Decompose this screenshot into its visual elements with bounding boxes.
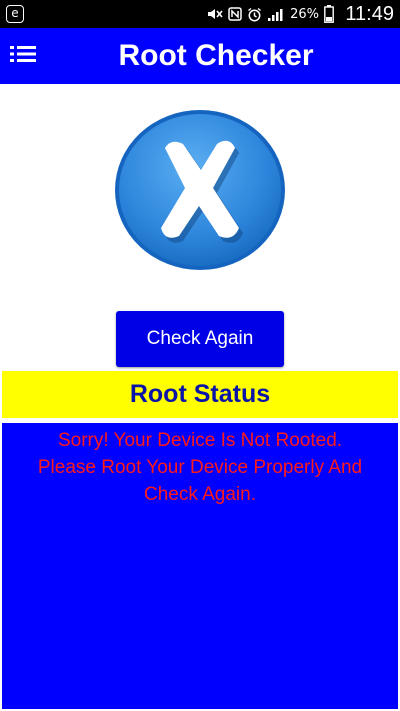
mute-icon <box>207 7 223 21</box>
root-checker-screen: e 26% 11:49 Root Checker Check Again Roo… <box>0 0 400 711</box>
app-title: Root Checker <box>118 39 314 72</box>
notification-e-icon: e <box>6 5 24 23</box>
message-line-1: Sorry! Your Device Is Not Rooted. <box>57 430 343 451</box>
clock: 11:49 <box>345 3 394 25</box>
list-menu-icon <box>10 45 36 68</box>
status-icons: 26% <box>207 4 334 24</box>
alarm-icon <box>247 7 262 22</box>
message-line-3: Check Again. <box>144 484 256 505</box>
root-status-heading: Root Status <box>2 371 398 418</box>
battery-icon <box>324 5 334 23</box>
x-mark-icon <box>115 110 285 270</box>
root-status-panel: Sorry! Your Device Is Not Rooted. Please… <box>2 423 398 709</box>
status-bar: e 26% 11:49 <box>0 0 400 28</box>
message-line-2: Please Root Your Device Properly And <box>37 457 363 478</box>
app-bar: Root Checker <box>0 28 400 84</box>
nfc-icon <box>228 7 242 21</box>
signal-icon <box>267 7 285 22</box>
status-badge <box>113 108 287 272</box>
battery-percent: 26% <box>290 6 319 22</box>
check-again-button[interactable]: Check Again <box>116 311 284 367</box>
root-status-message: Sorry! Your Device Is Not Rooted. Please… <box>8 427 392 508</box>
menu-button[interactable] <box>8 42 38 70</box>
